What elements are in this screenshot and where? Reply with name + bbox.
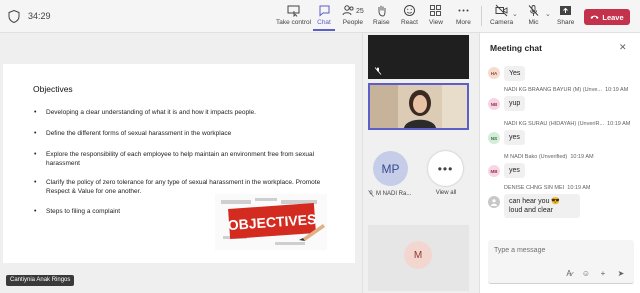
presenter-name-tag: Cantiynia Anak Ringos	[6, 275, 75, 286]
avatar: NB	[488, 98, 500, 110]
view-button[interactable]: View	[429, 4, 443, 31]
mic-button[interactable]: Mic	[527, 4, 540, 31]
chat-label: Chat	[317, 19, 331, 26]
close-icon[interactable]: ✕	[619, 42, 627, 53]
chat-message-text: yup	[504, 96, 526, 111]
mic-options-chevron-icon[interactable]: ⌄	[545, 10, 551, 18]
camera-button[interactable]: Camera	[490, 4, 513, 31]
avatar: M	[404, 241, 432, 269]
chat-sender: NADI KG SURAU (HIDAYAH) (UnveriR...	[504, 121, 605, 127]
presentation-slide: Objectives Developing a clear understand…	[3, 64, 355, 263]
view-icon	[430, 5, 442, 16]
chat-message-text: yes	[504, 163, 525, 178]
react-icon	[403, 5, 415, 16]
chat-input-placeholder: Type a message	[494, 247, 546, 254]
chat-icon	[319, 5, 329, 17]
mic-off-icon	[368, 190, 374, 197]
share-icon	[560, 6, 572, 15]
people-icon	[342, 5, 354, 16]
view-all-label: View all	[435, 190, 457, 196]
view-all-button[interactable]: ••• View all	[428, 151, 464, 196]
mic-label: Mic	[528, 19, 539, 26]
avatar	[488, 196, 500, 208]
meeting-timer: 34:29	[28, 11, 51, 21]
share-label: Share	[557, 19, 575, 26]
more-icon: •••	[428, 151, 463, 186]
more-button[interactable]: More	[456, 4, 471, 31]
chat-time: 10:19 AM	[605, 87, 629, 93]
camera-off-icon	[495, 4, 508, 17]
chat-button[interactable]: Chat	[313, 4, 335, 31]
participant-name: M NADI Ra...	[376, 190, 412, 197]
people-count: 25	[356, 8, 364, 15]
take-control-label: Take control	[276, 19, 312, 26]
chat-message-text: Yes	[504, 66, 526, 81]
toolbar-divider	[481, 6, 482, 26]
view-label: View	[429, 19, 443, 26]
participant-tile-mp[interactable]: MP M NADI Ra...	[368, 151, 413, 197]
objectives-graphic: OBJECTIVES	[215, 194, 327, 250]
raise-hand-icon	[378, 5, 386, 17]
add-icon[interactable]: +	[598, 268, 608, 278]
chat-compose-box[interactable]: Type a message A̷ ☺ + ➤	[488, 240, 634, 284]
chat-message-text: yes	[504, 130, 525, 145]
chat-time: 10:19 AM	[570, 154, 594, 160]
mic-off-icon	[374, 67, 382, 75]
avatar: MP	[373, 151, 408, 186]
leave-button[interactable]: Leave	[584, 9, 630, 25]
shield-icon	[8, 10, 20, 23]
people-button[interactable]: 25 People	[342, 4, 364, 31]
person-icon	[491, 199, 497, 206]
shared-content-stage: Objectives Developing a clear understand…	[0, 33, 362, 293]
participant-video-tile[interactable]	[368, 35, 469, 79]
format-icon[interactable]: A̷	[564, 268, 574, 278]
chat-message-list[interactable]: HA Yes NADI KG BRAANG BAYUR (M) (Unve...…	[480, 59, 640, 239]
slide-bullet: Developing a clear understanding of what…	[33, 108, 256, 117]
raise-label: Raise	[373, 19, 390, 26]
chat-message-text: can hear you 😎 loud and clear	[504, 194, 580, 218]
participant-tile-m[interactable]: M	[368, 225, 469, 291]
chat-sender: M NADI Bako (Unverified)	[504, 154, 568, 160]
participant-video-strip: MP M NADI Ra... ••• View all M	[362, 33, 479, 293]
camera-label: Camera	[490, 19, 514, 26]
chat-time: 10:19 AM	[567, 185, 591, 191]
raise-hand-button[interactable]: Raise	[373, 4, 390, 31]
active-speaker-video-tile[interactable]	[368, 83, 469, 130]
leave-label: Leave	[602, 12, 624, 22]
take-control-icon	[287, 5, 300, 17]
react-button[interactable]: React	[401, 4, 418, 31]
avatar: HA	[488, 67, 500, 79]
meeting-toolbar: 34:29 Take control Chat 25 People Raise …	[0, 0, 640, 33]
emoji-icon[interactable]: ☺	[581, 268, 591, 278]
slide-bullet: Explore the responsibility of each emplo…	[33, 150, 333, 168]
take-control-button[interactable]: Take control	[276, 4, 311, 31]
chat-panel-title: Meeting chat	[490, 43, 542, 53]
chat-sender: NADI KG BRAANG BAYUR (M) (Unve...	[504, 87, 602, 93]
avatar: MB	[488, 165, 500, 177]
mic-off-icon	[528, 5, 539, 16]
slide-bullet: Steps to filing a complaint	[33, 207, 120, 216]
more-label: More	[456, 19, 471, 26]
meeting-chat-panel: Meeting chat ✕ HA Yes NADI KG BRAANG BAY…	[479, 33, 640, 293]
chat-sender: DENISE CHNG SIN MEI	[504, 185, 565, 191]
avatar: NS	[488, 132, 500, 144]
phone-hangup-icon	[590, 15, 599, 19]
slide-title: Objectives	[33, 84, 73, 94]
slide-bullet: Define the different forms of sexual har…	[33, 129, 231, 138]
chat-time: 10:19 AM	[607, 121, 631, 127]
share-button[interactable]: Share	[557, 4, 574, 31]
send-icon[interactable]: ➤	[616, 268, 626, 278]
react-label: React	[401, 19, 418, 26]
camera-options-chevron-icon[interactable]: ⌄	[512, 10, 518, 18]
more-icon	[458, 9, 469, 12]
people-label: People	[342, 19, 364, 26]
